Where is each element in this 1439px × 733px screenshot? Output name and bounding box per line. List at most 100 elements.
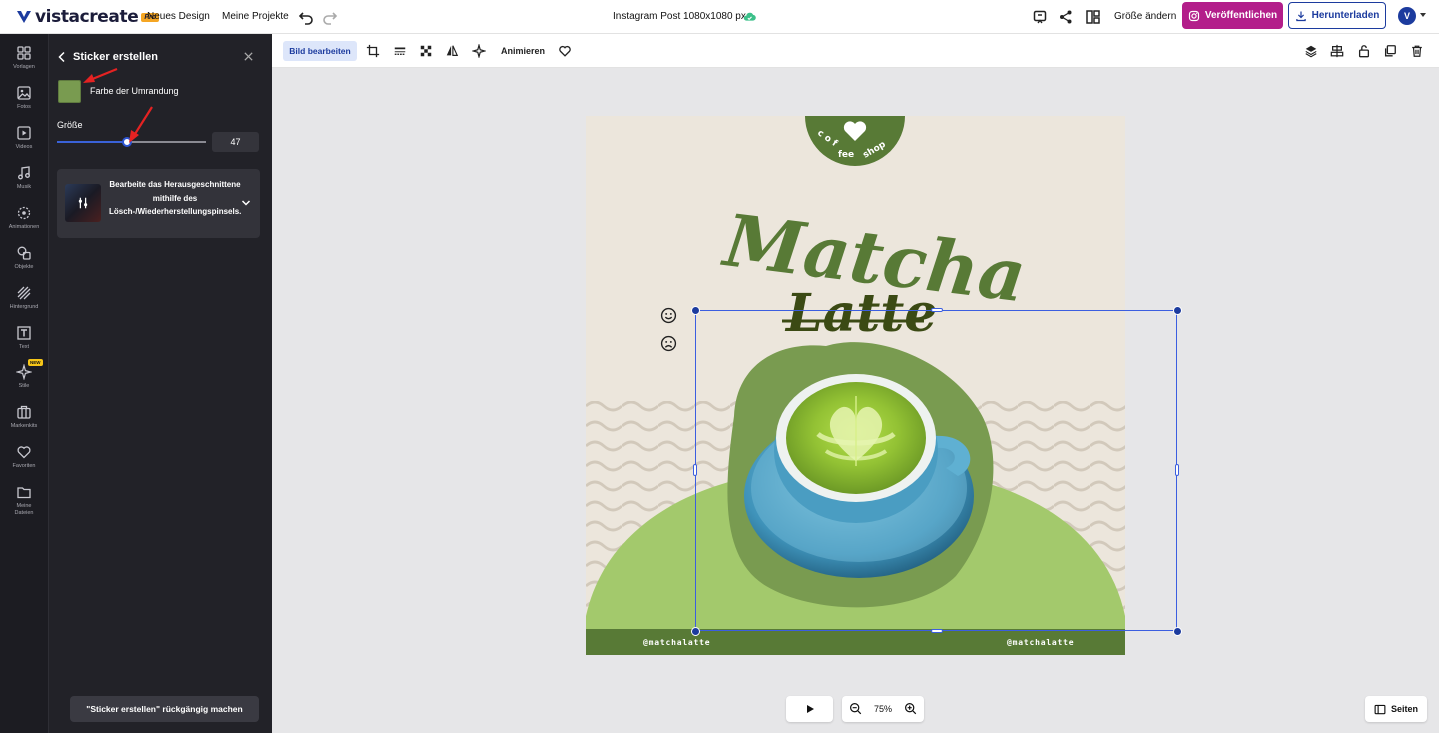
hint-thumbnail xyxy=(65,184,101,222)
svg-text:fee: fee xyxy=(838,150,854,160)
duplicate-icon[interactable] xyxy=(1383,44,1397,58)
sticker-panel: Sticker erstellen Farbe der Umrandung Gr… xyxy=(48,34,272,733)
music-icon xyxy=(18,166,30,180)
lock-icon[interactable] xyxy=(1357,44,1371,58)
rail-item-text[interactable]: Text xyxy=(0,325,48,351)
resize-handle-right[interactable] xyxy=(1175,464,1179,476)
resize-handle-top[interactable] xyxy=(931,308,943,312)
trash-icon[interactable] xyxy=(1410,44,1424,58)
zoom-in-icon[interactable] xyxy=(904,702,917,715)
top-bar: vistacreate Pro Neues Design Meine Proje… xyxy=(0,0,1439,34)
download-label: Herunterladen xyxy=(1311,10,1380,21)
transparency-icon[interactable] xyxy=(393,44,407,58)
document-title[interactable]: Instagram Post 1080x1080 px xyxy=(613,11,746,22)
effects-sparkle-icon[interactable] xyxy=(472,44,486,58)
vistacreate-logo[interactable]: vistacreate Pro xyxy=(16,7,160,27)
rail-item-photos[interactable]: Fotos xyxy=(0,85,48,111)
rail-item-videos[interactable]: Videos xyxy=(0,125,48,151)
rail-label: Objekte xyxy=(14,264,34,270)
rail-item-favorites[interactable]: Favoriten xyxy=(0,444,48,470)
checkerboard-icon[interactable] xyxy=(419,44,433,58)
rail-label: Markenkits xyxy=(10,423,38,429)
undo-icon[interactable] xyxy=(298,9,314,25)
size-slider-fill xyxy=(57,141,127,143)
resize-link[interactable]: Größe ändern xyxy=(1114,11,1176,22)
layout-icon[interactable] xyxy=(1085,9,1101,25)
frown-feedback-icon[interactable] xyxy=(660,335,677,352)
outline-color-swatch[interactable] xyxy=(58,80,81,103)
rail-item-objects[interactable]: Objekte xyxy=(0,245,48,271)
resize-handle-top-left[interactable] xyxy=(690,305,700,315)
rail-item-animations[interactable]: Animationen xyxy=(0,205,48,231)
rail-item-music[interactable]: Musik xyxy=(0,165,48,191)
resize-handle-top-right[interactable] xyxy=(1172,305,1182,315)
logo-icon xyxy=(17,11,31,23)
crop-icon[interactable] xyxy=(366,44,380,58)
size-label: Größe xyxy=(57,120,83,130)
handle-left: @matchalatte xyxy=(643,638,711,647)
rail-label: Videos xyxy=(15,144,33,150)
download-icon xyxy=(1295,11,1306,21)
hint-text: Bearbeite das Herausgeschnittene mithilf… xyxy=(109,180,242,216)
close-icon[interactable] xyxy=(243,51,254,62)
align-icon[interactable] xyxy=(1330,44,1344,58)
layers-icon[interactable] xyxy=(1304,44,1318,58)
smile-feedback-icon[interactable] xyxy=(660,307,677,324)
zoom-level[interactable]: 75% xyxy=(870,704,896,714)
rail-item-styles[interactable]: NEW Stile xyxy=(0,359,48,390)
new-badge: NEW xyxy=(28,359,43,366)
share-icon[interactable] xyxy=(1058,9,1074,25)
annotation-arrow-icon xyxy=(129,106,153,143)
rail-item-myfiles[interactable]: Meine Dateien xyxy=(0,484,48,517)
play-button[interactable] xyxy=(786,696,833,722)
download-button[interactable]: Herunterladen xyxy=(1288,2,1386,29)
favorites-icon xyxy=(17,446,31,459)
selection-box[interactable] xyxy=(695,310,1177,631)
styles-icon xyxy=(16,364,32,380)
rail-label: Hintergrund xyxy=(9,304,39,310)
rail-item-brandkits[interactable]: Markenkits xyxy=(0,404,48,430)
publish-button[interactable]: Veröffentlichen xyxy=(1182,2,1283,29)
animate-button[interactable]: Animieren xyxy=(501,46,545,56)
cloud-saved-icon xyxy=(743,12,756,21)
publish-label: Veröffentlichen xyxy=(1204,10,1278,21)
resize-handle-bottom[interactable] xyxy=(931,629,943,633)
left-rail: Vorlagen Fotos Videos Musik Animationen … xyxy=(0,34,48,733)
videos-icon xyxy=(17,126,31,140)
new-design-link[interactable]: Neues Design xyxy=(147,11,210,22)
rail-item-templates[interactable]: Vorlagen xyxy=(0,45,48,71)
undo-sticker-button[interactable]: "Sticker erstellen" rückgängig machen xyxy=(70,696,259,722)
outline-color-label: Farbe der Umrandung xyxy=(90,86,179,96)
my-projects-link[interactable]: Meine Projekte xyxy=(222,11,289,22)
instagram-icon xyxy=(1188,10,1199,21)
edit-image-button[interactable]: Bild bearbeiten xyxy=(283,41,357,61)
chevron-down-icon[interactable] xyxy=(241,199,251,207)
pages-label: Seiten xyxy=(1390,704,1418,714)
animations-icon xyxy=(17,206,31,220)
rail-label: Musik xyxy=(16,184,32,190)
rail-label: Animationen xyxy=(8,224,40,230)
present-icon[interactable] xyxy=(1032,9,1048,25)
favorite-heart-icon[interactable] xyxy=(558,44,572,58)
account-menu-caret[interactable] xyxy=(1420,13,1426,17)
myfiles-icon xyxy=(17,487,31,499)
eraser-hint-card[interactable]: Bearbeite das Herausgeschnittene mithilf… xyxy=(57,169,260,238)
zoom-control: 75% xyxy=(842,696,924,722)
flip-icon[interactable] xyxy=(445,44,459,58)
zoom-out-icon[interactable] xyxy=(849,702,862,715)
resize-handle-bottom-right[interactable] xyxy=(1172,626,1182,636)
templates-icon xyxy=(17,46,31,60)
resize-handle-left[interactable] xyxy=(693,464,697,476)
photos-icon xyxy=(17,86,31,100)
user-avatar[interactable]: V xyxy=(1398,7,1416,25)
background-icon xyxy=(17,286,31,300)
resize-handle-bottom-left[interactable] xyxy=(690,626,700,636)
redo-icon[interactable] xyxy=(322,9,338,25)
annotation-arrow-icon xyxy=(83,67,118,83)
rail-item-background[interactable]: Hintergrund xyxy=(0,285,48,311)
back-arrow-icon[interactable] xyxy=(57,51,67,63)
pages-button[interactable]: Seiten xyxy=(1365,696,1427,722)
brush-settings-icon xyxy=(78,197,88,209)
size-value-input[interactable]: 47 xyxy=(212,132,259,152)
rail-label: Vorlagen xyxy=(13,64,35,70)
